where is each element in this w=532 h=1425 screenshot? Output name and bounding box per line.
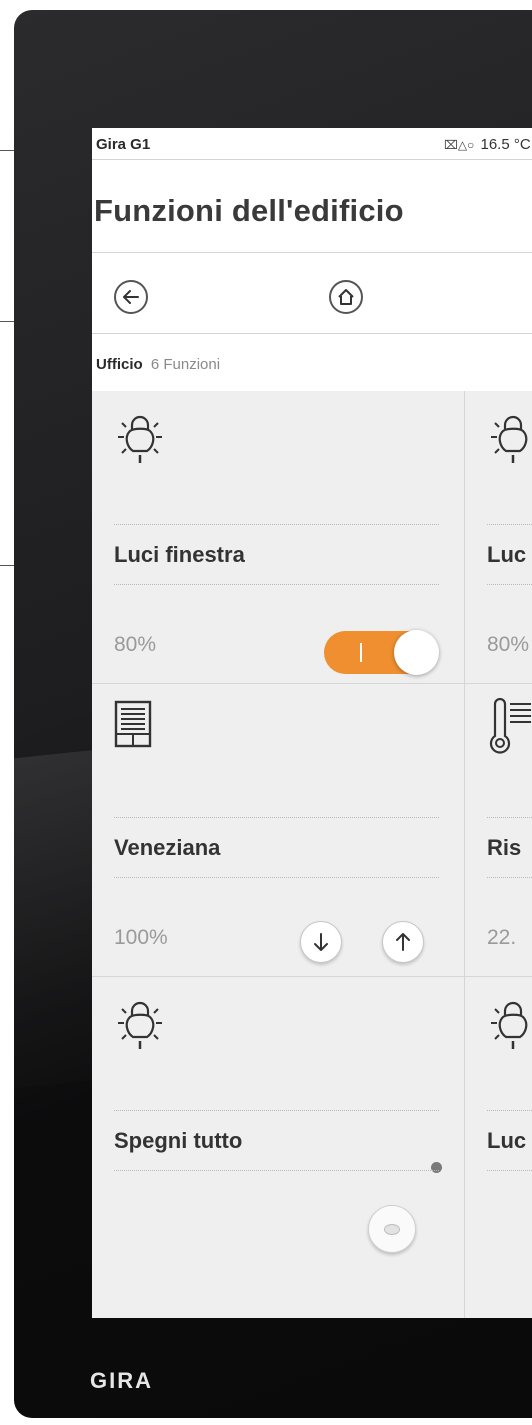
blind-down-button[interactable] xyxy=(300,921,342,963)
tile-divider xyxy=(114,817,439,818)
arrow-left-icon xyxy=(123,290,139,304)
tile-title: Luci finestra xyxy=(114,542,245,567)
light-toggle-switch[interactable] xyxy=(324,630,439,675)
tile-divider xyxy=(114,524,439,525)
tile-divider xyxy=(114,877,439,878)
tile-divider xyxy=(114,1170,439,1171)
temperature-value: 16.5 °C xyxy=(480,136,531,153)
tile-divider xyxy=(487,1110,532,1111)
title-divider xyxy=(92,252,532,253)
toggle-knob[interactable] xyxy=(394,630,439,675)
device-brand-logo: GIRA xyxy=(90,1368,153,1393)
tile-divider xyxy=(114,1110,439,1111)
home-icon xyxy=(338,289,354,305)
thermometer-icon xyxy=(489,698,531,754)
status-bar: Gira G1 ⌧△○ 16.5 °C xyxy=(92,128,532,156)
device-name: Gira G1 xyxy=(96,136,151,153)
tile-luci-partial[interactable]: Luc 80% xyxy=(465,391,532,681)
tile-divider xyxy=(487,1170,532,1171)
tile-veneziana[interactable]: Veneziana 100% xyxy=(92,684,442,974)
tile-value: 100% xyxy=(114,926,168,949)
thermometer-small-icon: ⌧△○ xyxy=(444,138,475,152)
tile-value: 80% xyxy=(114,633,157,656)
home-button[interactable] xyxy=(329,280,363,314)
temperature-readout: ⌧△○ 16.5 °C xyxy=(444,136,531,153)
device-screen: Gira G1 ⌧△○ 16.5 °C Funzioni dell'edific… xyxy=(92,128,532,1318)
tile-divider xyxy=(487,817,532,818)
bulb-icon xyxy=(118,1001,162,1049)
tile-title: Luc xyxy=(487,1128,527,1153)
tile-title: Luc xyxy=(487,542,527,567)
bulb-icon xyxy=(491,415,528,463)
tile-divider xyxy=(487,584,532,585)
bulb-icon xyxy=(491,1001,528,1049)
tile-luci-partial-2[interactable]: Luc xyxy=(465,977,532,1267)
tile-value: 80% xyxy=(487,633,530,656)
tile-divider xyxy=(114,584,439,585)
function-count: 6 Funzioni xyxy=(150,356,221,373)
status-divider xyxy=(92,159,532,160)
tile-title: Spegni tutto xyxy=(114,1128,243,1153)
push-button-cap xyxy=(384,1224,400,1235)
tile-spegni-tutto[interactable]: Spegni tutto xyxy=(92,977,442,1267)
arrow-down-icon xyxy=(314,933,328,951)
blind-up-button[interactable] xyxy=(382,921,424,963)
page-title: Funzioni dell'edificio xyxy=(94,193,404,228)
status-indicator-dot xyxy=(431,1162,442,1173)
push-button[interactable] xyxy=(368,1205,416,1253)
tile-riscaldamento-partial[interactable]: Ris 22. xyxy=(465,684,532,974)
tile-value: 22. xyxy=(487,926,517,949)
tile-divider xyxy=(487,877,532,878)
arrow-up-icon xyxy=(396,933,410,951)
back-button[interactable] xyxy=(114,280,148,314)
blind-icon xyxy=(114,700,152,748)
toggle-on-mark xyxy=(360,643,362,662)
room-name: Ufficio xyxy=(96,356,143,373)
tile-divider xyxy=(487,524,532,525)
bulb-icon xyxy=(118,415,162,463)
tile-luci-finestra[interactable]: Luci finestra 80% xyxy=(92,391,442,681)
room-summary: Ufficio 6 Funzioni xyxy=(96,356,220,373)
tile-title: Ris xyxy=(487,835,522,860)
nav-divider xyxy=(92,333,532,334)
tile-title: Veneziana xyxy=(114,835,221,860)
